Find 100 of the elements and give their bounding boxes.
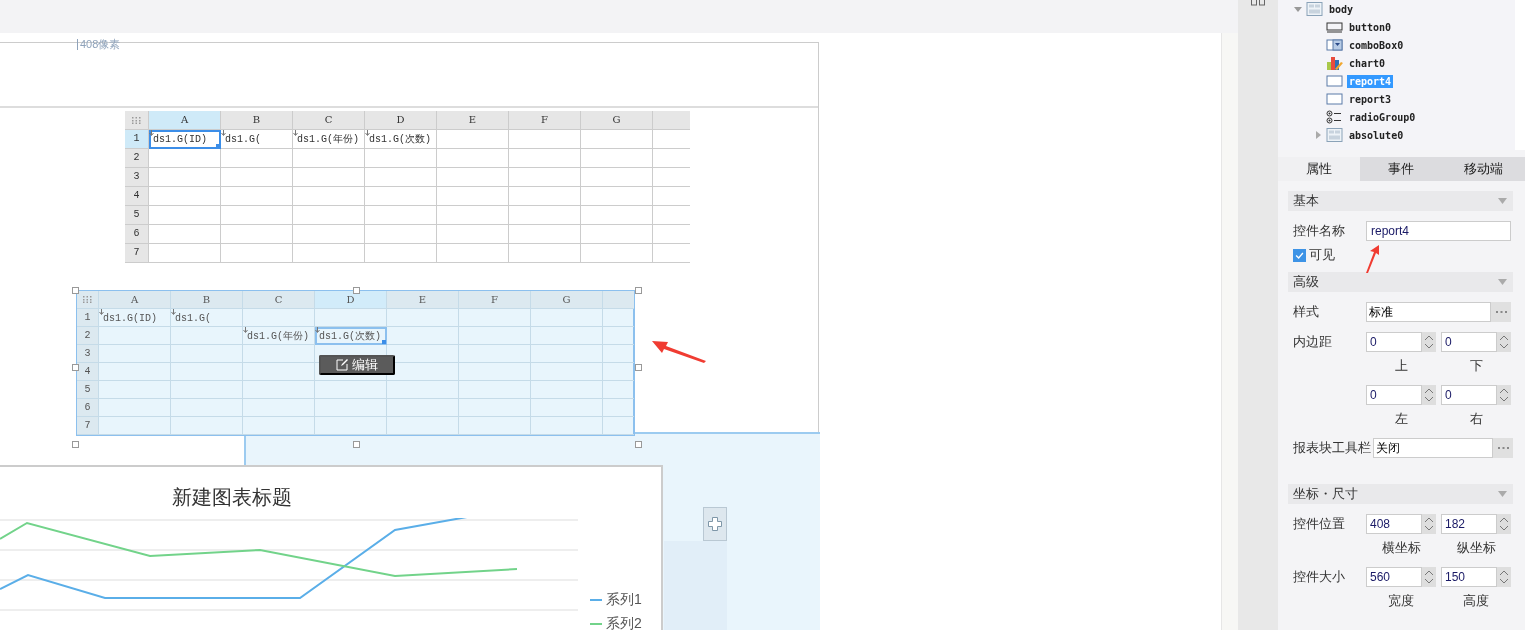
table-cell[interactable] [365,244,437,263]
table-cell[interactable] [387,327,459,345]
column-header[interactable]: B [171,291,243,309]
layout-icon[interactable] [1251,0,1265,6]
table-cell[interactable] [99,399,171,417]
table-cell[interactable] [437,244,509,263]
column-header[interactable]: F [459,291,531,309]
table-cell[interactable] [509,149,581,168]
spinner-button[interactable] [1422,332,1436,352]
resize-handle[interactable] [635,287,642,294]
resize-handle[interactable] [353,441,360,448]
table-cell[interactable] [531,399,603,417]
table-cell[interactable] [243,417,315,435]
table-cell[interactable] [99,381,171,399]
table-cell[interactable] [149,225,221,244]
column-header[interactable]: C [243,291,315,309]
row-header[interactable]: 5 [125,206,149,225]
table-cell[interactable] [459,345,531,363]
resize-handle[interactable] [72,287,79,294]
table-cell[interactable] [509,130,581,149]
column-header[interactable]: B [221,111,293,130]
table-cell[interactable]: ds1.G(年份) [243,327,315,345]
add-button[interactable] [703,507,727,541]
table-cell[interactable] [509,225,581,244]
table-cell[interactable] [531,327,603,345]
resize-handle[interactable] [353,287,360,294]
grip-icon[interactable] [132,116,141,124]
table-cell[interactable] [387,399,459,417]
table-cell[interactable]: ds1.G(次数) [315,327,387,345]
tree-item[interactable]: radioGroup0 [1347,110,1418,124]
table-cell[interactable] [531,381,603,399]
caret-icon[interactable] [1294,5,1302,13]
table-cell[interactable] [581,130,653,149]
spinner-button[interactable] [1497,567,1511,587]
table-cell[interactable] [171,399,243,417]
number-field[interactable]: 408 [1366,514,1422,534]
table-cell[interactable] [243,309,315,327]
table-cell[interactable] [243,381,315,399]
scrollbar[interactable] [1221,33,1238,630]
column-header[interactable]: A [149,111,221,130]
table-cell[interactable] [437,225,509,244]
column-header[interactable]: F [509,111,581,130]
table-cell[interactable] [243,399,315,417]
number-field[interactable]: 560 [1366,567,1422,587]
spinner-button[interactable] [1422,385,1436,405]
collapse-triangle-icon[interactable] [1498,198,1507,204]
table-cell[interactable] [581,225,653,244]
table-cell[interactable] [459,417,531,435]
table-cell[interactable] [509,168,581,187]
table-cell[interactable] [221,149,293,168]
row-header[interactable]: 1 [77,309,99,327]
section-header[interactable]: 高级 [1288,272,1513,292]
table-cell[interactable] [387,309,459,327]
table-cell[interactable] [149,149,221,168]
table-cell[interactable]: ds1.G( [171,309,243,327]
number-field[interactable]: 0 [1366,332,1422,352]
row-header[interactable]: 2 [77,327,99,345]
table-cell[interactable] [459,309,531,327]
checkbox[interactable] [1293,248,1306,262]
table-cell[interactable] [171,345,243,363]
table-cell[interactable] [243,363,315,381]
resize-handle[interactable] [72,364,79,371]
edit-tooltip[interactable]: 编辑 [319,355,395,375]
row-header[interactable]: 1 [125,130,149,149]
table-cell[interactable] [149,168,221,187]
row-header[interactable]: 7 [77,417,99,435]
row-header[interactable]: 7 [125,244,149,263]
tree-item[interactable]: body [1327,2,1356,16]
column-header[interactable]: C [293,111,365,130]
row-header[interactable]: 5 [77,381,99,399]
table-cell[interactable] [437,130,509,149]
table-cell[interactable] [99,345,171,363]
column-header[interactable]: D [315,291,387,309]
table-cell[interactable] [293,225,365,244]
table-cell[interactable] [365,168,437,187]
spinner-button[interactable] [1497,514,1511,534]
table-cell[interactable] [99,417,171,435]
row-header[interactable]: 6 [77,399,99,417]
table-cell[interactable] [221,225,293,244]
resize-handle[interactable] [72,441,79,448]
table-cell[interactable] [509,206,581,225]
tree-item[interactable]: absolute0 [1347,128,1406,142]
text-field[interactable]: report4 [1366,221,1511,241]
table-cell[interactable] [531,363,603,381]
table-cell[interactable]: ds1.G( [221,130,293,149]
number-field[interactable]: 0 [1441,385,1497,405]
table-cell[interactable] [437,187,509,206]
table-cell[interactable] [365,149,437,168]
table-cell[interactable] [365,225,437,244]
section-header[interactable]: 坐标・尺寸 [1288,484,1513,504]
table-cell[interactable] [459,399,531,417]
caret-icon[interactable] [1314,131,1322,139]
table-cell[interactable] [531,309,603,327]
table-cell[interactable] [315,399,387,417]
table-cell[interactable] [243,345,315,363]
column-header[interactable]: E [387,291,459,309]
table-cell[interactable] [581,244,653,263]
section-header[interactable]: 基本 [1288,191,1513,211]
column-header[interactable]: G [581,111,653,130]
tree-item[interactable]: comboBox0 [1347,38,1406,52]
